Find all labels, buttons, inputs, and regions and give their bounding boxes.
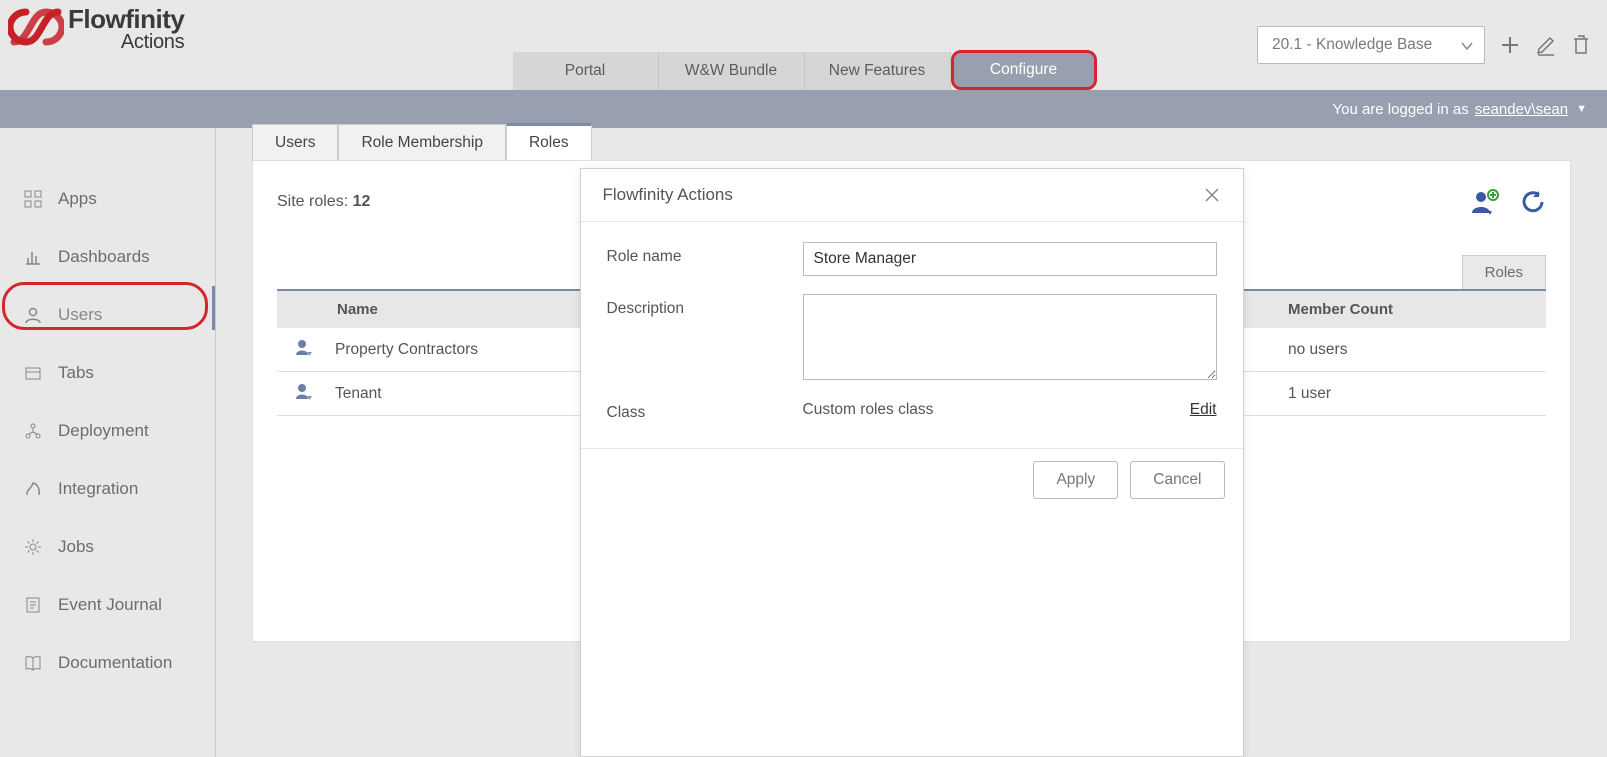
add-icon[interactable] (1499, 34, 1521, 56)
tab-new-features[interactable]: New Features (805, 52, 951, 90)
tab-ww-bundle[interactable]: W&W Bundle (659, 52, 805, 90)
user-icon (24, 306, 44, 324)
tab-portal[interactable]: Portal (513, 52, 659, 90)
apps-icon (24, 190, 44, 208)
sidebar-item-jobs[interactable]: Jobs (0, 518, 215, 576)
header: Flowfinity Actions Portal W&W Bundle New… (0, 0, 1607, 90)
edit-icon[interactable] (1535, 34, 1557, 56)
refresh-icon[interactable] (1520, 189, 1546, 215)
main-content: Users Role Membership Roles Site roles: … (216, 128, 1607, 757)
sidebar-item-integration[interactable]: Integration (0, 460, 215, 518)
sidebar-item-label: Deployment (58, 421, 149, 441)
modal: Flowfinity Actions Role name Description… (580, 168, 1244, 757)
modal-header: Flowfinity Actions (581, 169, 1243, 222)
edit-class-link[interactable]: Edit (1190, 401, 1217, 419)
role-icon (295, 382, 319, 405)
sidebar-item-label: Apps (58, 189, 97, 209)
flowfinity-logo-icon (8, 6, 64, 48)
chevron-down-icon[interactable]: ▼ (1576, 103, 1587, 115)
modal-footer: Apply Cancel (581, 448, 1243, 511)
sidebar-item-label: Jobs (58, 537, 94, 557)
tab-configure[interactable]: Configure (951, 50, 1097, 90)
sidebar-item-documentation[interactable]: Documentation (0, 634, 215, 692)
class-label: Class (607, 398, 803, 422)
role-icon (295, 338, 319, 361)
sidebar-item-label: Users (58, 305, 102, 325)
class-value: Custom roles class (803, 401, 1190, 419)
sidebar-item-label: Tabs (58, 363, 94, 383)
role-name-label: Role name (607, 242, 803, 266)
site-roles-text: Site roles: 12 (277, 193, 370, 211)
integration-icon (24, 480, 44, 498)
sidebar-item-label: Documentation (58, 653, 172, 673)
ptab-users[interactable]: Users (252, 124, 338, 160)
sidebar-item-label: Integration (58, 479, 138, 499)
modal-body: Role name Description Class Custom roles… (581, 222, 1243, 448)
panel-tabs: Users Role Membership Roles (252, 124, 1571, 160)
add-user-icon[interactable] (1470, 189, 1500, 215)
site-roles-label: Site roles: (277, 193, 348, 210)
sidebar-item-deployment[interactable]: Deployment (0, 402, 215, 460)
bar-chart-icon (24, 248, 44, 266)
delete-icon[interactable] (1571, 34, 1591, 56)
sidebar-item-dashboards[interactable]: Dashboards (0, 228, 215, 286)
sidebar-item-label: Dashboards (58, 247, 150, 267)
description-label: Description (607, 294, 803, 318)
journal-icon (24, 596, 44, 614)
sidebar: Apps Dashboards Users Tabs Deployment In… (0, 128, 216, 757)
sidebar-item-label: Event Journal (58, 595, 162, 615)
sidebar-item-tabs[interactable]: Tabs (0, 344, 215, 402)
cancel-button[interactable]: Cancel (1130, 461, 1224, 499)
deployment-icon (24, 422, 44, 440)
sidebar-item-users[interactable]: Users (0, 286, 215, 344)
role-name-input[interactable] (803, 242, 1217, 276)
main-tabs: Portal W&W Bundle New Features Configure (513, 52, 1095, 90)
apply-button[interactable]: Apply (1033, 461, 1118, 499)
version-select[interactable]: 20.1 - Knowledge Base (1257, 26, 1485, 64)
logo-subtitle: Actions (121, 31, 185, 54)
col-member-count[interactable]: Member Count (1276, 291, 1546, 328)
close-icon[interactable] (1203, 186, 1221, 204)
cell-count: no users (1276, 331, 1546, 369)
login-bar: You are logged in as seandev\sean ▼ (0, 90, 1607, 128)
ptab-roles[interactable]: Roles (506, 123, 592, 160)
chevron-down-icon (1460, 39, 1474, 53)
version-value: 20.1 - Knowledge Base (1272, 36, 1432, 54)
filter-tab-roles[interactable]: Roles (1462, 255, 1546, 289)
login-user[interactable]: seandev\sean (1475, 101, 1568, 118)
site-roles-count: 12 (353, 193, 371, 210)
sidebar-item-event-journal[interactable]: Event Journal (0, 576, 215, 634)
description-input[interactable] (803, 294, 1217, 380)
tabs-icon (24, 364, 44, 382)
gear-icon (24, 538, 44, 556)
book-icon (24, 654, 44, 672)
sidebar-active-indicator (212, 286, 215, 330)
logo: Flowfinity Actions (8, 6, 184, 54)
modal-title: Flowfinity Actions (603, 185, 733, 205)
body: Apps Dashboards Users Tabs Deployment In… (0, 128, 1607, 757)
sidebar-item-apps[interactable]: Apps (0, 170, 215, 228)
header-controls: 20.1 - Knowledge Base (1257, 26, 1591, 64)
cell-count: 1 user (1276, 375, 1546, 413)
login-prefix: You are logged in as (1332, 101, 1468, 118)
ptab-role-membership[interactable]: Role Membership (338, 124, 505, 160)
